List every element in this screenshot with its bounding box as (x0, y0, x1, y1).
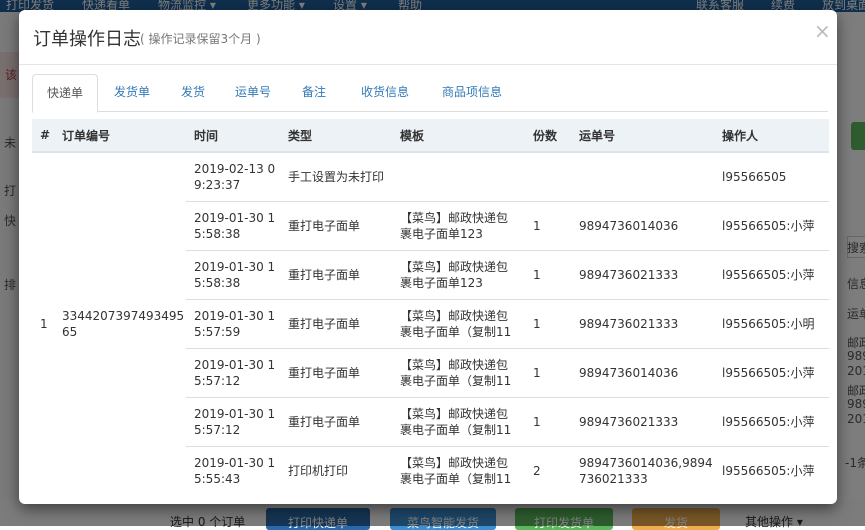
cell-operator: l95566505:小萍 (714, 397, 829, 447)
header-template: 模板 (392, 119, 525, 153)
order-log-modal: 订单操作日志 ( 操作记录保留3个月 ) × 快递单 发货单 发货 运单号 备注… (19, 10, 837, 504)
operation-log-table: # 订单编号 时间 类型 模板 份数 运单号 操作人 1 33442073974… (32, 119, 829, 495)
cell-copies: 1 (525, 299, 571, 349)
cell-waybill: 9894736014036,9894736021333 (571, 446, 714, 495)
modal-header: 订单操作日志 ( 操作记录保留3个月 ) × (19, 10, 837, 65)
cell-type: 打印机打印 (280, 446, 392, 495)
cell-copies: 1 (525, 250, 571, 300)
header-order-no: 订单编号 (54, 119, 186, 153)
cell-time: 2019-01-30 15:57:59 (186, 299, 280, 349)
cell-time: 2019-01-30 15:57:12 (186, 348, 280, 398)
modal-title: 订单操作日志 (33, 29, 141, 50)
log-tabs: 快递单 发货单 发货 运单号 备注 收货信息 商品项信息 (32, 74, 828, 113)
cell-copies (525, 151, 571, 202)
header-index: # (32, 119, 54, 153)
cell-template: 【菜鸟】邮政快递包裹电子面单（复制11 (392, 348, 525, 398)
header-copies: 份数 (525, 119, 571, 153)
cell-copies: 1 (525, 397, 571, 447)
cell-time: 2019-02-13 09:23:37 (186, 151, 280, 202)
cell-time: 2019-01-30 15:58:38 (186, 201, 280, 251)
cell-type: 重打电子面单 (280, 397, 392, 447)
order-number: 334420739749349565 (62, 309, 185, 339)
cell-template (392, 151, 525, 202)
cell-operator: l95566505:小萍 (714, 446, 829, 495)
cell-type: 重打电子面单 (280, 250, 392, 300)
cell-operator: l95566505:小萍 (714, 250, 829, 300)
header-operator: 操作人 (714, 119, 829, 153)
tab-item-info[interactable]: 商品项信息 (430, 74, 514, 110)
tab-remarks[interactable]: 备注 (294, 74, 334, 110)
cell-time: 2019-01-30 15:55:43 (186, 446, 280, 495)
row-index: 1 (40, 317, 48, 331)
cell-type: 重打电子面单 (280, 348, 392, 398)
cell-copies: 2 (525, 446, 571, 495)
cell-waybill (571, 151, 714, 202)
header-waybill: 运单号 (571, 119, 714, 153)
modal-subtitle: ( 操作记录保留3个月 ) (140, 32, 261, 46)
cell-type: 重打电子面单 (280, 299, 392, 349)
cell-copies: 1 (525, 201, 571, 251)
cell-operator: l95566505 (714, 151, 829, 202)
cell-operator: l95566505:小萍 (714, 348, 829, 398)
tab-ship[interactable]: 发货 (171, 74, 215, 110)
cell-time: 2019-01-30 15:57:12 (186, 397, 280, 447)
cell-copies: 1 (525, 348, 571, 398)
table-header-row: # 订单编号 时间 类型 模板 份数 运单号 操作人 (32, 119, 829, 153)
tab-express-order[interactable]: 快递单 (32, 74, 98, 113)
cell-time: 2019-01-30 15:58:38 (186, 250, 280, 300)
cell-waybill: 9894736021333 (571, 397, 714, 447)
cell-waybill: 9894736021333 (571, 299, 714, 349)
header-time: 时间 (186, 119, 280, 153)
cell-template: 【菜鸟】邮政快递包裹电子面单（复制11 (392, 397, 525, 447)
cell-template: 【菜鸟】邮政快递包裹电子面单（复制11 (392, 446, 525, 495)
cell-waybill: 9894736014036 (571, 348, 714, 398)
cell-template: 【菜鸟】邮政快递包裹电子面单123 (392, 201, 525, 251)
cell-type: 手工设置为未打印 (280, 151, 392, 202)
cell-template: 【菜鸟】邮政快递包裹电子面单（复制11 (392, 299, 525, 349)
cell-operator: l95566505:小明 (714, 299, 829, 349)
header-type: 类型 (280, 119, 392, 153)
tab-waybill-no[interactable]: 运单号 (225, 74, 281, 110)
close-icon[interactable]: × (814, 20, 831, 42)
cell-waybill: 9894736021333 (571, 250, 714, 300)
cell-type: 重打电子面单 (280, 201, 392, 251)
cell-template: 【菜鸟】邮政快递包裹电子面单123 (392, 250, 525, 300)
tab-receiver-info[interactable]: 收货信息 (350, 74, 420, 110)
cell-waybill: 9894736014036 (571, 201, 714, 251)
tab-delivery-note[interactable]: 发货单 (103, 74, 161, 110)
cell-operator: l95566505:小萍 (714, 201, 829, 251)
table-row: 1 334420739749349565 2019-02-13 09:23:37… (32, 151, 829, 339)
